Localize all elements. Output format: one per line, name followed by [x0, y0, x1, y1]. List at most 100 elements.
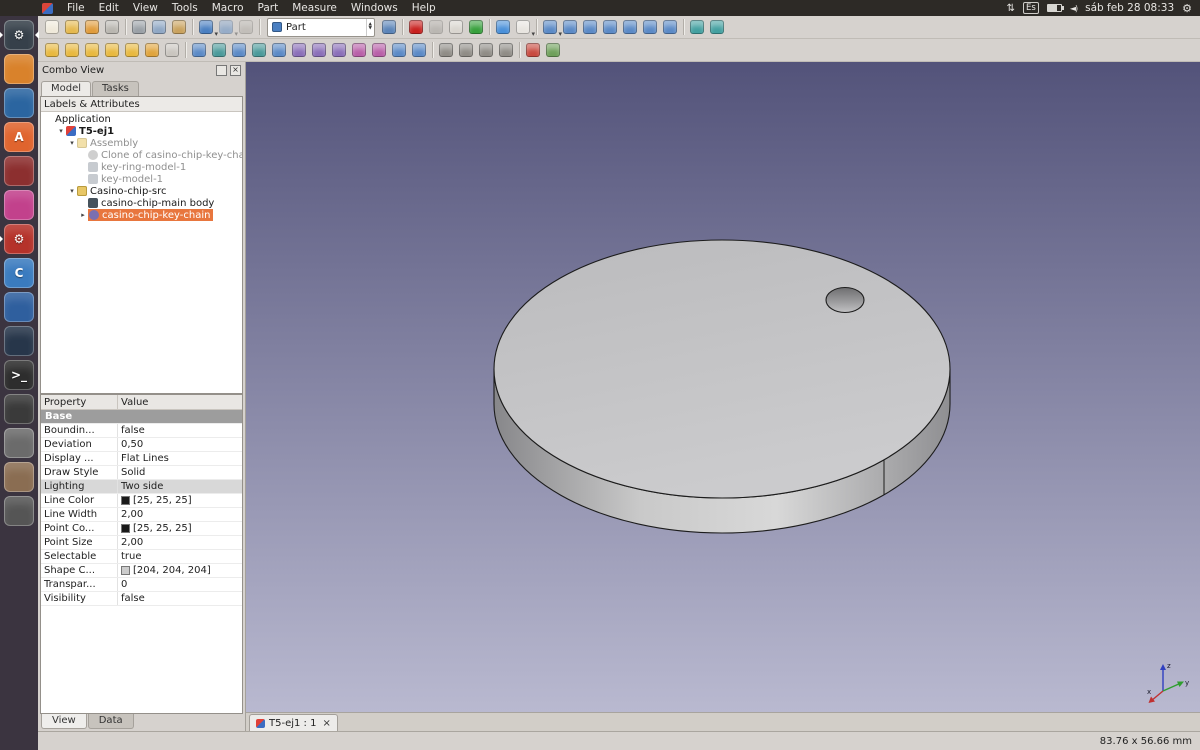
- property-row[interactable]: Visibility false: [41, 592, 242, 606]
- redo-button[interactable]: ▾: [216, 17, 238, 38]
- property-value[interactable]: Flat Lines: [118, 452, 242, 465]
- view-bottom-button[interactable]: [640, 17, 660, 37]
- part-loft-button[interactable]: [309, 40, 329, 60]
- open-document-button[interactable]: [62, 17, 82, 37]
- part-cone-button[interactable]: [62, 40, 82, 60]
- casino-chip-part[interactable]: [493, 239, 951, 534]
- part-cylinder-button[interactable]: [102, 40, 122, 60]
- launcher-files[interactable]: [4, 54, 34, 84]
- copy-button[interactable]: [149, 17, 169, 37]
- view-top-button[interactable]: [580, 17, 600, 37]
- launcher-firefox[interactable]: [4, 88, 34, 118]
- menu-view[interactable]: View: [126, 2, 165, 14]
- chip-keychain-hole[interactable]: [825, 286, 865, 314]
- part-shape-builder-button[interactable]: [162, 40, 182, 60]
- property-value[interactable]: [25, 25, 25]: [118, 522, 242, 535]
- property-value[interactable]: false: [118, 424, 242, 437]
- paste-button[interactable]: [169, 17, 189, 37]
- zoom-fit-all-button[interactable]: [493, 17, 513, 37]
- part-thickness-button[interactable]: [409, 40, 429, 60]
- launcher-media-app[interactable]: [4, 190, 34, 220]
- document-tab[interactable]: T5-ej1 : 1 ×: [249, 714, 338, 731]
- session-menu-icon[interactable]: ⚙: [1182, 2, 1192, 15]
- volume-icon[interactable]: ◄): [1070, 4, 1078, 13]
- property-row[interactable]: Transpar... 0: [41, 578, 242, 592]
- tree-item[interactable]: key-model-1: [41, 173, 242, 185]
- network-indicator-icon[interactable]: ⇅: [1007, 3, 1015, 14]
- macro-record-button[interactable]: [406, 17, 426, 37]
- property-row[interactable]: Point Co... [25, 25, 25]: [41, 522, 242, 536]
- cut-button[interactable]: [129, 17, 149, 37]
- tree-item[interactable]: key-ring-model-1: [41, 161, 242, 173]
- tree-item[interactable]: Application: [41, 113, 242, 125]
- property-row[interactable]: Boundin... false: [41, 424, 242, 438]
- launcher-software-center[interactable]: A: [4, 122, 34, 152]
- keyboard-layout-indicator[interactable]: Es: [1023, 2, 1039, 14]
- part-torus-button[interactable]: [122, 40, 142, 60]
- part-mirror-button[interactable]: [229, 40, 249, 60]
- property-value[interactable]: 2,00: [118, 536, 242, 549]
- property-value[interactable]: [204, 204, 204]: [118, 564, 242, 577]
- launcher-chromium[interactable]: C: [4, 258, 34, 288]
- launcher-misc-app[interactable]: [4, 496, 34, 526]
- selected-tree-item[interactable]: casino-chip-key-chain: [88, 209, 214, 221]
- property-value[interactable]: 2,00: [118, 508, 242, 521]
- menu-windows[interactable]: Windows: [344, 2, 405, 14]
- property-row[interactable]: Display ... Flat Lines: [41, 452, 242, 466]
- draw-style-button[interactable]: ▾: [513, 17, 535, 38]
- menu-measure[interactable]: Measure: [285, 2, 344, 14]
- part-boolean-button[interactable]: [436, 40, 456, 60]
- tree-item[interactable]: casino-chip-main body: [41, 197, 242, 209]
- combo-spin-arrows-icon[interactable]: ▲ ▼: [365, 18, 374, 36]
- view-left-button[interactable]: [660, 17, 680, 37]
- part-primitives-button[interactable]: [142, 40, 162, 60]
- part-defeaturing-button[interactable]: [543, 40, 563, 60]
- macro-stop-button[interactable]: [426, 17, 446, 37]
- undo-button[interactable]: ▾: [196, 17, 218, 38]
- menu-part[interactable]: Part: [251, 2, 286, 14]
- 3d-view[interactable]: z x y: [246, 62, 1200, 712]
- property-row[interactable]: Deviation 0,50: [41, 438, 242, 452]
- part-intersection-button[interactable]: [496, 40, 516, 60]
- property-row[interactable]: Draw Style Solid: [41, 466, 242, 480]
- save-document-button[interactable]: [82, 17, 102, 37]
- tree-item[interactable]: ▾ T5-ej1: [41, 125, 242, 137]
- launcher-tools-app[interactable]: [4, 428, 34, 458]
- new-document-button[interactable]: [42, 17, 62, 37]
- launcher-browser-app[interactable]: [4, 292, 34, 322]
- part-check-geometry-button[interactable]: [523, 40, 543, 60]
- tree-item[interactable]: ▸ casino-chip-key-chain: [41, 209, 242, 221]
- workbench-selector[interactable]: Part ▲ ▼: [267, 17, 375, 37]
- menu-file[interactable]: File: [60, 2, 92, 14]
- refresh-button[interactable]: [236, 17, 256, 37]
- property-value[interactable]: [25, 25, 25]: [118, 494, 242, 507]
- view-rear-button[interactable]: [620, 17, 640, 37]
- float-panel-button[interactable]: [216, 64, 227, 76]
- part-revolve-button[interactable]: [209, 40, 229, 60]
- launcher-terminal-alt[interactable]: [4, 394, 34, 424]
- launcher-system-settings[interactable]: ⚙: [0, 224, 34, 254]
- print-button[interactable]: [102, 17, 122, 37]
- view-axonometric-button[interactable]: ▾: [540, 17, 562, 38]
- property-value[interactable]: 0: [118, 578, 242, 591]
- part-fillet-button[interactable]: [249, 40, 269, 60]
- menu-tools[interactable]: Tools: [165, 2, 205, 14]
- measure-linear-button[interactable]: [687, 17, 707, 37]
- menu-help[interactable]: Help: [405, 2, 443, 14]
- 3d-scene-canvas[interactable]: [246, 62, 1200, 712]
- property-value[interactable]: Solid: [118, 466, 242, 479]
- whats-this-button[interactable]: [379, 17, 399, 37]
- property-row[interactable]: Line Width 2,00: [41, 508, 242, 522]
- close-panel-button[interactable]: ×: [230, 64, 241, 76]
- property-group-header[interactable]: Base: [41, 410, 242, 424]
- part-cut-button[interactable]: [456, 40, 476, 60]
- property-row[interactable]: Selectable true: [41, 550, 242, 564]
- menu-edit[interactable]: Edit: [92, 2, 126, 14]
- part-section-button[interactable]: [349, 40, 369, 60]
- part-cross-sections-button[interactable]: [369, 40, 389, 60]
- property-row[interactable]: Line Color [25, 25, 25]: [41, 494, 242, 508]
- view-right-button[interactable]: [600, 17, 620, 37]
- tree-item[interactable]: ▾ Casino-chip-src: [41, 185, 242, 197]
- tab-tasks[interactable]: Tasks: [92, 81, 139, 96]
- launcher-dark-box-app[interactable]: [4, 326, 34, 356]
